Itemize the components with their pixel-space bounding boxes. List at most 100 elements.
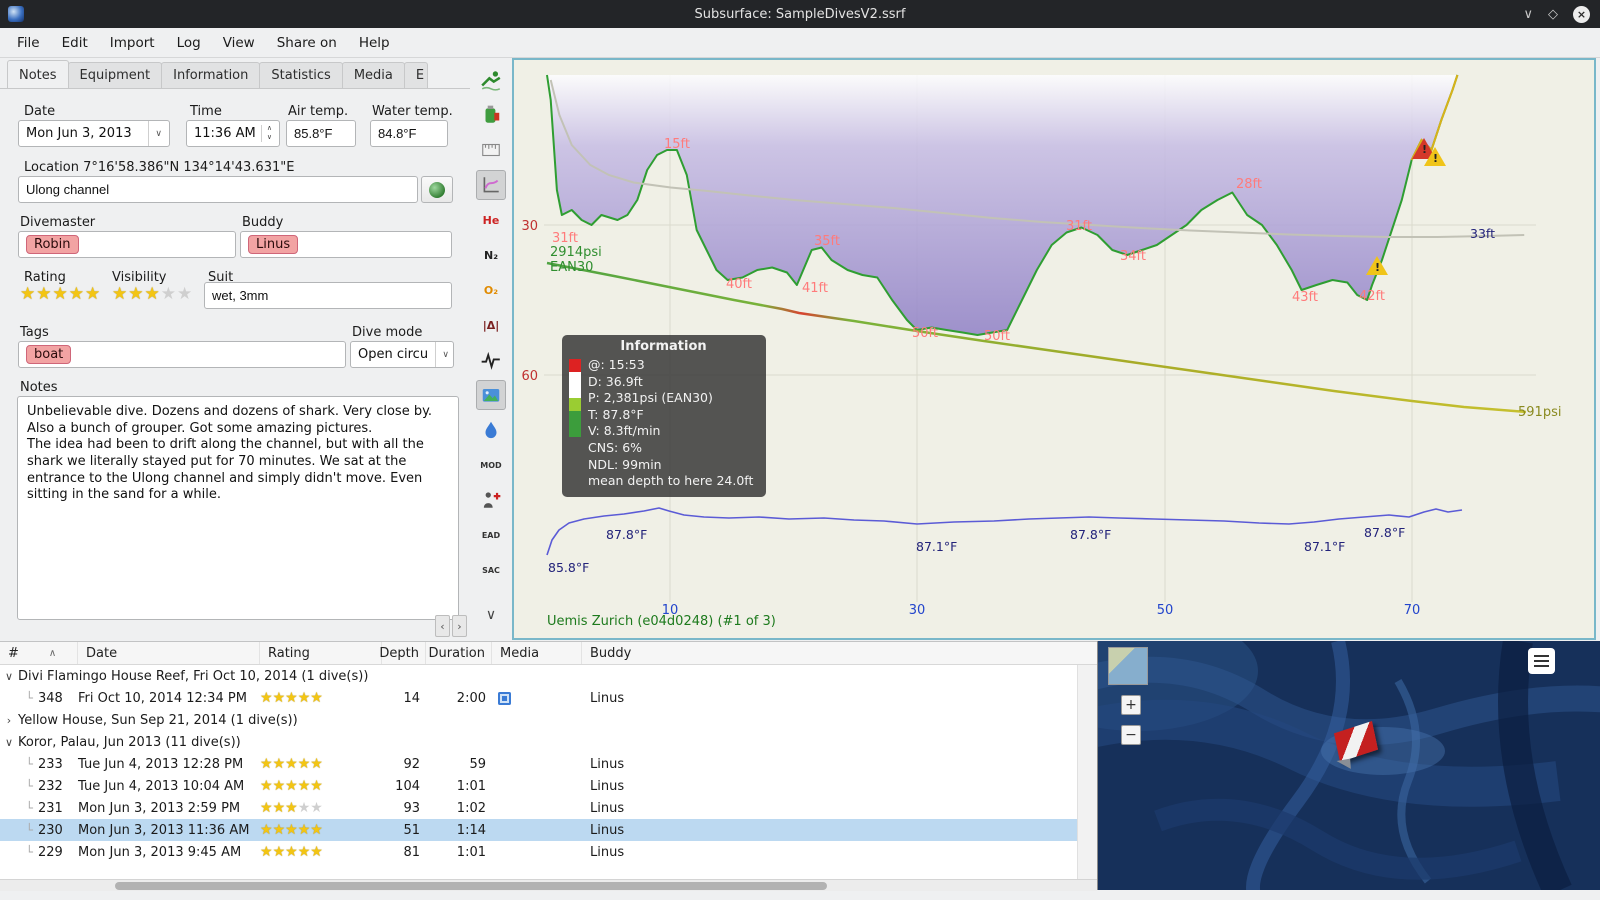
mod-icon[interactable]: MOD: [476, 450, 506, 480]
tab-statistics[interactable]: Statistics: [259, 62, 343, 88]
water-temp-field[interactable]: [370, 120, 448, 147]
menu-view[interactable]: View: [212, 30, 266, 56]
dive-row[interactable]: └ 229 Mon Jun 3, 2013 9:45 AM ★★★★★ 81 1:01 Li…: [0, 841, 1097, 863]
horizontal-scrollbar[interactable]: [0, 879, 1097, 891]
tab-scroll-right-icon[interactable]: ›: [452, 615, 467, 637]
menu-import[interactable]: Import: [99, 30, 166, 56]
menu-file[interactable]: File: [6, 30, 51, 56]
svg-text:87.8°F: 87.8°F: [1070, 527, 1111, 542]
vertical-scrollbar[interactable]: [1077, 665, 1097, 879]
tags-input[interactable]: boat: [18, 341, 346, 368]
toolbar-scroll-down-icon[interactable]: ∨: [476, 600, 506, 630]
star-icon: ★: [160, 284, 177, 304]
heartrate-icon[interactable]: [476, 345, 506, 375]
sac-icon[interactable]: SAC: [476, 555, 506, 585]
svg-text:70: 70: [1404, 603, 1421, 618]
svg-text:50: 50: [1157, 603, 1174, 618]
dive-mode-select[interactable]: Open circuit ∨: [350, 341, 454, 368]
trip-row[interactable]: ∨ Divi Flamingo House Reef, Fri Oct 10, 2…: [0, 665, 1097, 687]
location-input[interactable]: [18, 176, 418, 203]
buddy-tag[interactable]: Linus: [248, 235, 299, 254]
column-header-duration[interactable]: Duration: [426, 642, 492, 664]
scale-graph-icon[interactable]: [476, 170, 506, 200]
dive-computer-icon[interactable]: [476, 65, 506, 95]
chevron-down-icon[interactable]: ∨: [435, 342, 449, 367]
column-header-date[interactable]: Date: [78, 642, 260, 664]
tooltip-lines: @: 15:53 D: 36.9ft P: 2,381psi (EAN30) T: 8…: [588, 357, 754, 489]
trip-row[interactable]: › Yellow House, Sun Sep 21, 2014 (1 dive(…: [0, 709, 1097, 731]
dive-row[interactable]: └ 348 Fri Oct 10, 2014 12:34 PM ★★★★★ 14 2:00…: [0, 687, 1097, 709]
dive-duration: 2:00: [456, 690, 486, 706]
menu-edit[interactable]: Edit: [51, 30, 99, 56]
tab-media[interactable]: Media: [341, 62, 405, 88]
menu-log[interactable]: Log: [166, 30, 212, 56]
tab-information[interactable]: Information: [161, 62, 261, 88]
dive-row[interactable]: └ 232 Tue Jun 4, 2013 10:04 AM ★★★★★ 104 1:01…: [0, 775, 1097, 797]
column-header-rating[interactable]: Rating: [260, 642, 382, 664]
map-menu-button[interactable]: [1528, 648, 1555, 674]
collapse-icon[interactable]: ∨: [0, 736, 18, 749]
visibility-stars[interactable]: ★★★★★: [112, 284, 193, 304]
divemaster-input[interactable]: Robin: [18, 231, 236, 258]
map-panel[interactable]: + −: [1097, 641, 1600, 890]
menu-help[interactable]: Help: [348, 30, 401, 56]
map-zoom-out-button[interactable]: −: [1121, 725, 1141, 745]
tab-equipment[interactable]: Equipment: [67, 62, 163, 88]
map-overview-inset[interactable]: [1108, 647, 1148, 685]
trip-label: Koror, Palau, Jun 2013 (11 dive(s)): [18, 734, 241, 750]
suit-input[interactable]: [204, 282, 452, 309]
location-map-button[interactable]: [421, 176, 453, 203]
tab-scroll-left-icon[interactable]: ‹: [435, 615, 450, 637]
chevron-down-icon[interactable]: ∨: [148, 121, 162, 146]
minimize-button[interactable]: ∨: [1523, 8, 1533, 21]
notes-textarea[interactable]: Unbelievable dive. Dozens and dozens of …: [17, 396, 459, 620]
dive-buddy: Linus: [590, 800, 625, 816]
time-spinner[interactable]: 11:36 AM ∧ ∨: [186, 120, 280, 147]
helium-icon[interactable]: He: [476, 205, 506, 235]
ceiling-icon[interactable]: [476, 415, 506, 445]
collapse-icon[interactable]: ∨: [0, 670, 18, 683]
air-temp-field[interactable]: [286, 120, 356, 147]
photos-icon[interactable]: [476, 380, 506, 410]
tank-bar-icon[interactable]: [476, 100, 506, 130]
spin-up-icon[interactable]: ∧: [267, 125, 272, 133]
dive-row[interactable]: └ 230 Mon Jun 3, 2013 11:36 AM ★★★★★ 51 1:14 L…: [0, 819, 1097, 841]
menu-bar: File Edit Import Log View Share on Help: [0, 28, 1600, 58]
buddy-input[interactable]: Linus: [240, 231, 452, 258]
tag-boat[interactable]: boat: [26, 345, 72, 364]
tab-notes[interactable]: Notes: [7, 60, 69, 88]
expand-icon[interactable]: ›: [0, 714, 18, 727]
svg-text:15ft: 15ft: [664, 137, 690, 152]
scrollbar-thumb[interactable]: [115, 882, 827, 890]
tissues-icon[interactable]: |Δ|: [476, 310, 506, 340]
column-header-media[interactable]: Media: [492, 642, 582, 664]
date-select[interactable]: Mon Jun 3, 2013 ∨: [18, 120, 170, 147]
star-icon: ★: [310, 822, 323, 838]
trip-row[interactable]: ∨ Koror, Palau, Jun 2013 (11 dive(s)): [0, 731, 1097, 753]
column-header-number[interactable]: # ∧: [0, 642, 78, 664]
spin-down-icon[interactable]: ∨: [267, 133, 272, 142]
star-icon: ★: [177, 284, 194, 304]
tab-e[interactable]: E: [403, 62, 428, 88]
dive-profile-chart[interactable]: 10 30 50 70 30 60 15ft 31ft 40ft 41ft 35ft 50ft 50ft…: [512, 58, 1596, 640]
star-icon: ★: [260, 690, 273, 706]
oxygen-icon[interactable]: O₂: [476, 275, 506, 305]
nitrogen-icon[interactable]: N₂: [476, 240, 506, 270]
divemaster-tag[interactable]: Robin: [26, 235, 79, 254]
ruler-icon[interactable]: [476, 135, 506, 165]
dive-media: [492, 687, 582, 709]
svg-text:31ft: 31ft: [1066, 219, 1092, 234]
photo-icon[interactable]: [498, 691, 511, 705]
dive-row[interactable]: └ 233 Tue Jun 4, 2013 12:28 PM ★★★★★ 92 59 Lin…: [0, 753, 1097, 775]
deco-icon[interactable]: [476, 485, 506, 515]
column-header-depth[interactable]: Depth: [379, 642, 426, 664]
column-header-buddy[interactable]: Buddy: [582, 642, 1097, 664]
dive-row[interactable]: └ 231 Mon Jun 3, 2013 2:59 PM ★★★★★ 93 1:02 Li…: [0, 797, 1097, 819]
maximize-button[interactable]: ◇: [1548, 8, 1558, 21]
menu-share-on[interactable]: Share on: [266, 30, 348, 56]
star-icon: ★: [20, 284, 37, 304]
ead-icon[interactable]: EAD: [476, 520, 506, 550]
close-button[interactable]: ×: [1573, 5, 1590, 23]
map-zoom-in-button[interactable]: +: [1121, 695, 1141, 715]
rating-stars[interactable]: ★★★★★: [20, 284, 101, 304]
